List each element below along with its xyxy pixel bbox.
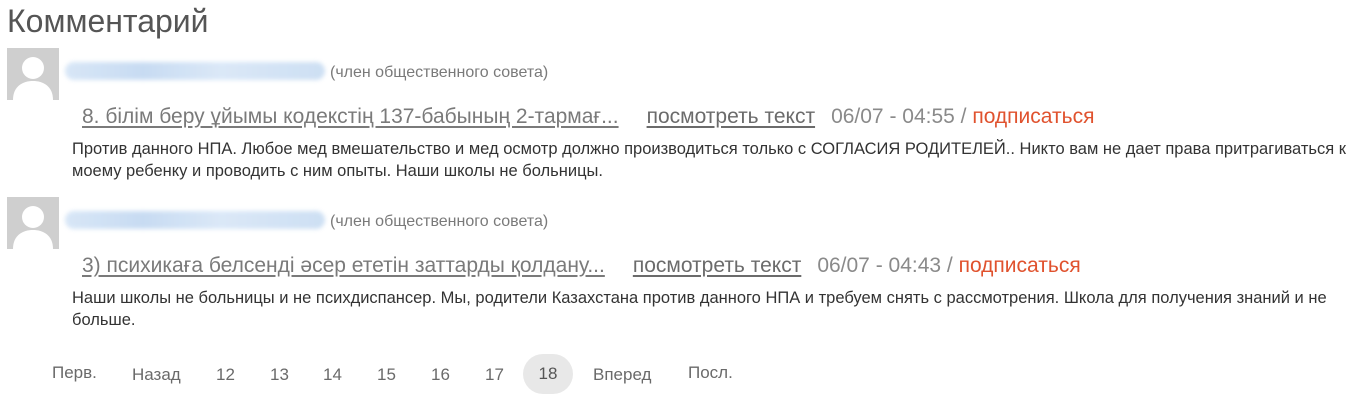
- avatar: [7, 197, 59, 249]
- pager-page[interactable]: 17: [485, 364, 504, 386]
- pager-prev[interactable]: Назад: [132, 364, 181, 386]
- user-silhouette-icon: [7, 48, 59, 100]
- pagination: Перв. Назад 12 13 14 15 16 17 18 Вперед …: [0, 352, 1370, 394]
- author-name-redacted[interactable]: [65, 62, 325, 80]
- npa-title-link[interactable]: 8. білім беру ұйымы кодекстің 137-бабыны…: [82, 105, 619, 128]
- subscribe-link[interactable]: подписаться: [972, 105, 1094, 128]
- pager-page[interactable]: 12: [216, 364, 235, 386]
- author-role: (член общественного совета): [330, 64, 549, 81]
- pager-page[interactable]: 16: [431, 364, 450, 386]
- pager-page[interactable]: 14: [323, 364, 342, 386]
- comment-timestamp: 06/07 - 04:43 /: [817, 254, 953, 277]
- pager-current-page[interactable]: 18: [523, 354, 573, 394]
- view-text-link[interactable]: посмотреть текст: [647, 105, 815, 128]
- subscribe-link[interactable]: подписаться: [959, 254, 1081, 277]
- view-text-link[interactable]: посмотреть текст: [633, 254, 801, 277]
- pager-next[interactable]: Вперед: [593, 364, 651, 386]
- pager-page[interactable]: 15: [377, 364, 396, 386]
- pager-last[interactable]: Посл.: [688, 362, 733, 384]
- pager-page[interactable]: 13: [270, 364, 289, 386]
- author-role: (член общественного совета): [330, 213, 549, 230]
- user-silhouette-icon: [7, 197, 59, 249]
- page-title: Комментарий: [7, 3, 209, 39]
- comment-timestamp: 06/07 - 04:55 /: [831, 105, 967, 128]
- author-name-redacted[interactable]: [65, 211, 325, 229]
- npa-title-link[interactable]: 3) психикаға белсенді әсер ететін заттар…: [82, 254, 605, 277]
- comment-meta: 8. білім беру ұйымы кодекстің 137-бабыны…: [82, 102, 1094, 132]
- comment-body: Наши школы не больницы и не психдиспансе…: [72, 289, 1327, 329]
- pager-first[interactable]: Перв.: [52, 362, 97, 384]
- comment-body: Против данного НПА. Любое мед вмешательс…: [72, 140, 1346, 180]
- avatar: [7, 48, 59, 100]
- comment-meta: 3) психикаға белсенді әсер ететін заттар…: [82, 251, 1081, 281]
